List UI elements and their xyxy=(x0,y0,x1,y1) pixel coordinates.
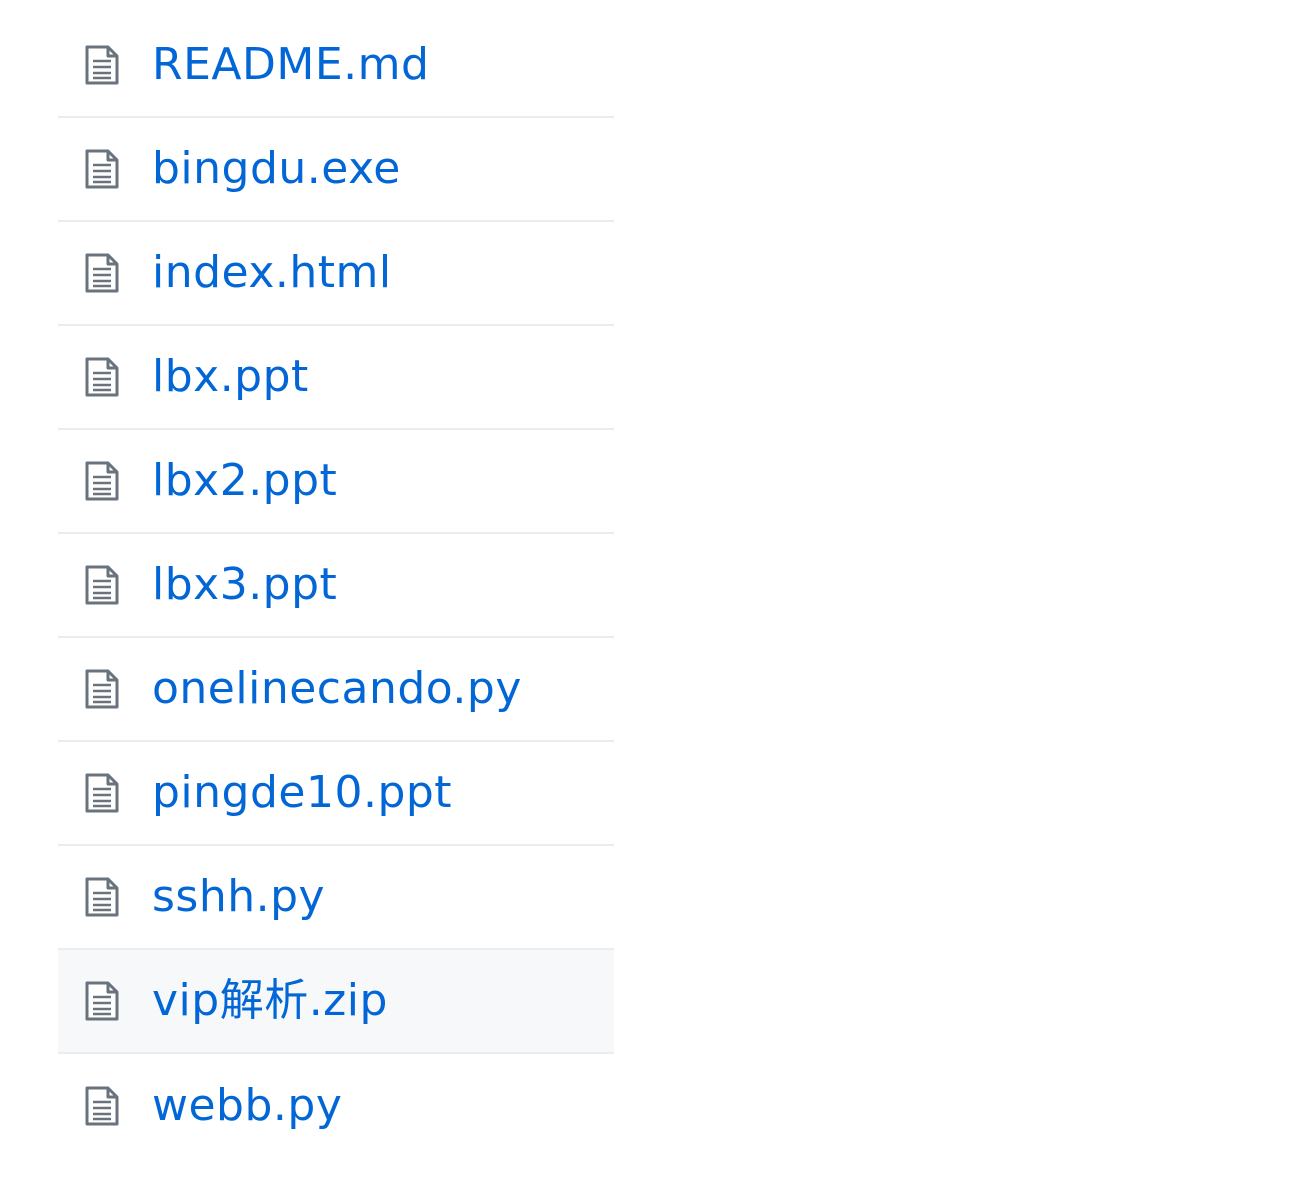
file-row[interactable]: bingdu.exe xyxy=(58,118,614,222)
file-text-icon xyxy=(76,1084,128,1128)
file-row[interactable]: webb.py xyxy=(58,1054,614,1158)
file-name-link[interactable]: bingdu.exe xyxy=(152,147,401,191)
file-name-link[interactable]: webb.py xyxy=(152,1084,342,1128)
file-text-icon xyxy=(76,355,128,399)
file-row[interactable]: lbx3.ppt xyxy=(58,534,614,638)
file-row[interactable]: pingde10.ppt xyxy=(58,742,614,846)
file-text-icon xyxy=(76,875,128,919)
file-name-link[interactable]: vip解析.zip xyxy=(152,979,388,1023)
file-name-link[interactable]: lbx.ppt xyxy=(152,355,309,399)
file-row[interactable]: sshh.py xyxy=(58,846,614,950)
file-list: README.md bingdu.exe index.html lbx.ppt lbx2… xyxy=(58,14,614,1158)
file-row[interactable]: vip解析.zip xyxy=(58,950,614,1054)
file-text-icon xyxy=(76,459,128,503)
file-name-link[interactable]: lbx3.ppt xyxy=(152,563,337,607)
file-text-icon xyxy=(76,979,128,1023)
file-text-icon xyxy=(76,251,128,295)
file-text-icon xyxy=(76,667,128,711)
file-text-icon xyxy=(76,43,128,87)
file-text-icon xyxy=(76,563,128,607)
file-text-icon xyxy=(76,771,128,815)
file-name-link[interactable]: index.html xyxy=(152,251,392,295)
file-text-icon xyxy=(76,147,128,191)
file-row[interactable]: onelinecando.py xyxy=(58,638,614,742)
file-row[interactable]: lbx.ppt xyxy=(58,326,614,430)
file-name-link[interactable]: README.md xyxy=(152,43,429,87)
file-row[interactable]: README.md xyxy=(58,14,614,118)
file-name-link[interactable]: onelinecando.py xyxy=(152,667,522,711)
file-name-link[interactable]: lbx2.ppt xyxy=(152,459,337,503)
file-row[interactable]: lbx2.ppt xyxy=(58,430,614,534)
file-row[interactable]: index.html xyxy=(58,222,614,326)
file-name-link[interactable]: sshh.py xyxy=(152,875,325,919)
file-name-link[interactable]: pingde10.ppt xyxy=(152,771,452,815)
